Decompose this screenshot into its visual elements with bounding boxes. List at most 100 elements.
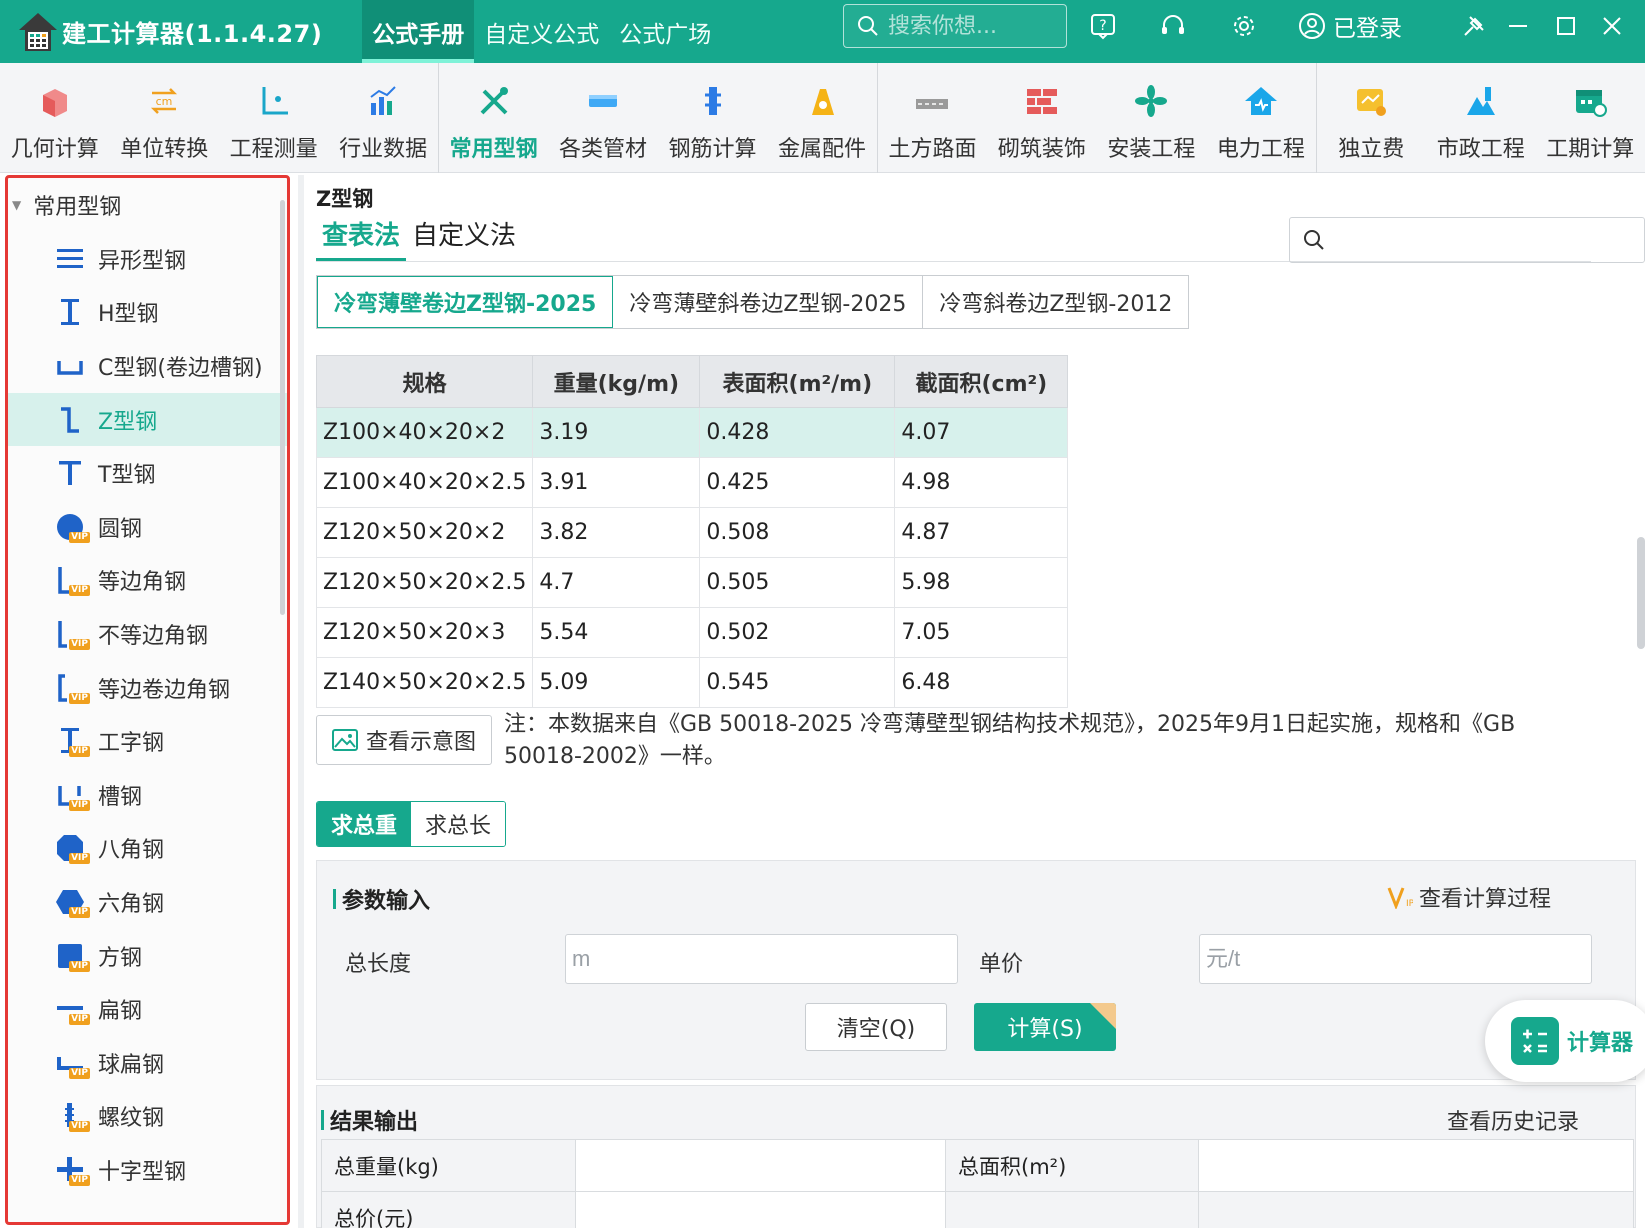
ribbon-installation[interactable]: 安装工程 (1097, 63, 1206, 173)
table-row[interactable]: Z120×50×20×3 5.54 0.502 7.05 (316, 607, 1069, 658)
tab-standard-2012-slant[interactable]: 冷弯斜卷边Z型钢-2012 (923, 276, 1189, 328)
sidebar-item-i-beam[interactable]: VIP 工字钢 (8, 714, 287, 768)
tab-formula-square[interactable]: 公式广场 (609, 0, 721, 63)
total-length-input[interactable] (572, 946, 938, 972)
main-scrollbar[interactable] (1637, 537, 1645, 649)
help-icon[interactable]: ? (1085, 8, 1121, 44)
vip-badge: VIP (69, 906, 90, 918)
table-row[interactable]: Z120×50×20×2.5 4.7 0.505 5.98 (316, 557, 1069, 608)
ribbon-earthwork-road[interactable]: 土方路面 (878, 63, 987, 173)
table-row[interactable]: Z100×40×20×2.5 3.91 0.425 4.98 (316, 457, 1069, 508)
close-icon[interactable] (1594, 8, 1630, 44)
table-cell: 4.7 (532, 557, 701, 608)
result-output-panel: 结果输出 查看历史记录 总重量(kg) 总面积(m²) 总价(元) (316, 1085, 1636, 1228)
sidebar-scrollbar[interactable] (280, 200, 285, 615)
ribbon-metal-fittings[interactable]: 金属配件 (767, 63, 876, 173)
column-header[interactable]: 截面积(cm²) (894, 355, 1069, 408)
sidebar-item-octagon-steel[interactable]: VIP 八角钢 (8, 822, 287, 876)
pin-icon[interactable] (1456, 8, 1492, 44)
result-empty (1198, 1191, 1634, 1228)
sidebar-item-unequal-angle[interactable]: VIP 不等边角钢 (8, 607, 287, 661)
standard-tabs: 冷弯薄壁卷边Z型钢-2025 冷弯薄壁斜卷边Z型钢-2025 冷弯斜卷边Z型钢-… (316, 275, 1190, 329)
sidebar-item-threaded-rebar[interactable]: VIP 螺纹钢 (8, 1090, 287, 1144)
cube-icon (35, 81, 75, 121)
ribbon-schedule[interactable]: 工期计算 (1536, 63, 1645, 173)
municipal-icon (1461, 81, 1501, 121)
ribbon-common-steel[interactable]: 常用型钢 (439, 63, 548, 173)
special-shape-icon (52, 241, 88, 277)
tab-total-weight[interactable]: 求总重 (317, 802, 412, 846)
vip-badge: VIP (69, 531, 90, 543)
vip-badge: VIP (69, 1121, 90, 1133)
login-status: 已登录 (1333, 16, 1402, 42)
global-search-input[interactable] (888, 13, 1058, 39)
sidebar-item-round-steel[interactable]: VIP 圆钢 (8, 500, 287, 554)
sidebar-item-hexagon-steel[interactable]: VIP 六角钢 (8, 875, 287, 929)
equal-angle-icon: VIP (52, 562, 90, 598)
sidebar-item-channel[interactable]: VIP 槽钢 (8, 768, 287, 822)
sidebar-item-cross-steel[interactable]: VIP 十字型钢 (8, 1143, 287, 1197)
tab-total-length[interactable]: 求总长 (411, 802, 506, 846)
minimize-icon[interactable] (1500, 8, 1536, 44)
tab-standard-2025-slant[interactable]: 冷弯薄壁斜卷边Z型钢-2025 (613, 276, 924, 328)
ribbon-pipes[interactable]: 各类管材 (548, 63, 657, 173)
app-window: 建工计算器(1.1.4.27) 公式手册 自定义公式 公式广场 ? 已登录 (0, 0, 1645, 1228)
tab-formula-manual[interactable]: 公式手册 (362, 0, 475, 63)
ribbon-municipal[interactable]: 市政工程 (1426, 63, 1535, 173)
octagon-steel-icon: VIP (52, 830, 90, 866)
settings-gear-icon[interactable] (1226, 8, 1262, 44)
column-header[interactable]: 表面积(m²/m) (699, 355, 896, 408)
table-row[interactable]: Z140×50×20×2.5 5.09 0.545 6.48 (316, 657, 1069, 708)
category-ribbon: 几何计算 cm 单位转换 工程测量 行业数据 常用型钢 各类管材 钢筋计算 金属… (0, 63, 1645, 173)
sidebar-item-special-shape[interactable]: 异形型钢 (8, 232, 287, 286)
sidebar-group-common-steel[interactable]: ▼ 常用型钢 (8, 178, 287, 232)
sidebar-item-square-steel[interactable]: VIP 方钢 (8, 929, 287, 983)
table-row[interactable]: Z120×50×20×2 3.82 0.508 4.87 (316, 507, 1069, 558)
ribbon-power[interactable]: 电力工程 (1206, 63, 1315, 173)
calculate-button[interactable]: 计算(S) (974, 1003, 1116, 1051)
sidebar-item-lipped-angle[interactable]: VIP 等边卷边角钢 (8, 661, 287, 715)
search-icon (856, 14, 880, 38)
tab-custom-formula[interactable]: 自定义公式 (474, 0, 609, 63)
ribbon-masonry-decoration[interactable]: 砌筑装饰 (987, 63, 1096, 173)
sidebar-item-t-steel[interactable]: T型钢 (8, 446, 287, 500)
main-panel: Z型钢 查表法 自定义法 冷弯薄壁卷边Z型钢-2025 冷弯薄壁斜卷边Z型钢-2… (306, 175, 1645, 1228)
tab-table-lookup[interactable]: 查表法 (316, 215, 407, 261)
sidebar-item-c-steel[interactable]: C型钢(卷边槽钢) (8, 339, 287, 393)
sidebar-item-equal-angle[interactable]: VIP 等边角钢 (8, 554, 287, 608)
vip-badge: VIP (69, 853, 90, 865)
table-row[interactable]: Z100×40×20×2 3.19 0.428 4.07 (316, 407, 1069, 458)
sidebar-item-bulb-flat[interactable]: VIP 球扁钢 (8, 1036, 287, 1090)
sidebar-item-h-steel[interactable]: H型钢 (8, 286, 287, 340)
floating-calculator-button[interactable]: 计算器 (1485, 1000, 1645, 1082)
unit-price-input[interactable] (1206, 946, 1572, 972)
headset-icon[interactable] (1155, 8, 1191, 44)
spec-search-input[interactable] (1334, 228, 1634, 252)
i-beam-icon: VIP (52, 723, 90, 759)
vip-badge: VIP (69, 799, 90, 811)
view-calc-process-link[interactable]: IP 查看计算过程 (1387, 881, 1551, 913)
result-label: 总面积(m²) (945, 1139, 1199, 1192)
ribbon-unit-convert[interactable]: cm 单位转换 (109, 63, 218, 173)
view-diagram-button[interactable]: 查看示意图 (316, 715, 492, 765)
panel-divider[interactable] (298, 175, 304, 1228)
steel-type-sidebar: ▼ 常用型钢 异形型钢 H型钢 C型钢(卷边槽钢) Z型钢 T型钢 VIP 圆钢 (5, 175, 290, 1225)
column-header[interactable]: 规格 (316, 355, 534, 408)
ribbon-rebar[interactable]: 钢筋计算 (658, 63, 767, 173)
clear-button[interactable]: 清空(Q) (805, 1003, 947, 1051)
ribbon-measure[interactable]: 工程测量 (219, 63, 328, 173)
user-login[interactable]: 已登录 (1297, 8, 1402, 44)
table-cell: 4.98 (894, 457, 1069, 508)
ribbon-industry-data[interactable]: 行业数据 (328, 63, 437, 173)
ribbon-geometry[interactable]: 几何计算 (0, 63, 109, 173)
sidebar-item-z-steel[interactable]: Z型钢 (8, 392, 287, 447)
tab-standard-2025-lipped[interactable]: 冷弯薄壁卷边Z型钢-2025 (317, 276, 614, 328)
view-history-link[interactable]: 查看历史记录 (1447, 1104, 1579, 1136)
column-header[interactable]: 重量(kg/m) (532, 355, 701, 408)
result-label: 总重量(kg) (321, 1139, 576, 1192)
maximize-icon[interactable] (1548, 8, 1584, 44)
ribbon-independent-fee[interactable]: 独立费 (1317, 63, 1426, 173)
tab-custom-method[interactable]: 自定义法 (406, 215, 522, 261)
spec-table-container: 规格 重量(kg/m) 表面积(m²/m) 截面积(cm²) Z100×40×2… (316, 355, 1568, 875)
sidebar-item-flat-steel[interactable]: VIP 扁钢 (8, 982, 287, 1036)
